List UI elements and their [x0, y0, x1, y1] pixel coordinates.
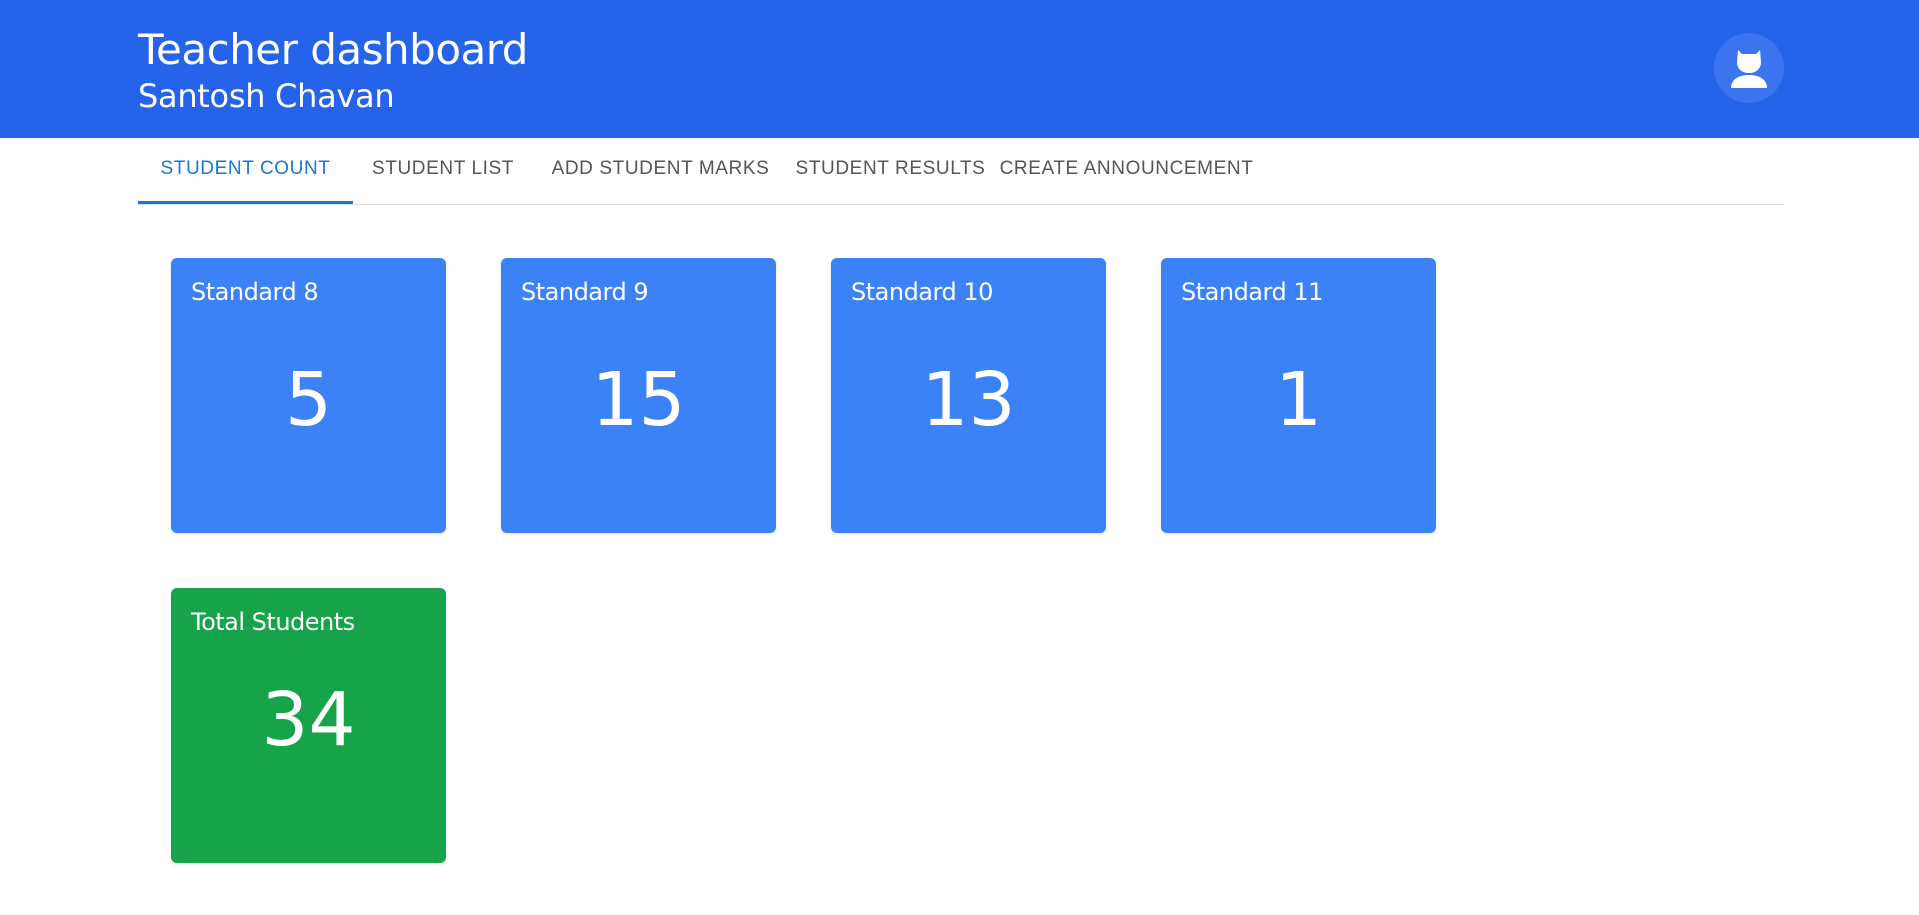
- card-label: Standard 9: [521, 278, 649, 306]
- card-label: Standard 10: [851, 278, 993, 306]
- app-header: Teacher dashboard Santosh Chavan: [0, 0, 1919, 138]
- tab-student-list[interactable]: STUDENT LIST: [353, 138, 533, 204]
- card-value: 1: [1274, 357, 1323, 443]
- tab-add-student-marks[interactable]: ADD STUDENT MARKS: [533, 138, 788, 204]
- card-value: 15: [591, 357, 686, 443]
- tab-student-count[interactable]: STUDENT COUNT: [138, 138, 353, 204]
- count-card-standard-8: Standard 8 5: [171, 258, 446, 533]
- card-label: Total Students: [191, 608, 355, 636]
- count-card-standard-9: Standard 9 15: [501, 258, 776, 533]
- card-value: 5: [284, 357, 333, 443]
- tab-create-announcement[interactable]: CREATE ANNOUNCEMENT: [993, 138, 1260, 204]
- tab-student-results[interactable]: STUDENT RESULTS: [788, 138, 993, 204]
- total-students-card: Total Students 34: [171, 588, 446, 863]
- card-value: 13: [921, 357, 1016, 443]
- card-label: Standard 11: [1181, 278, 1323, 306]
- count-card-standard-11: Standard 11 1: [1161, 258, 1436, 533]
- avatar-button[interactable]: [1714, 33, 1784, 103]
- tab-bar: STUDENT COUNT STUDENT LIST ADD STUDENT M…: [138, 138, 1784, 205]
- card-value: 34: [261, 677, 356, 763]
- card-label: Standard 8: [191, 278, 319, 306]
- active-tab-indicator: [138, 201, 353, 204]
- page-title: Teacher dashboard: [138, 25, 528, 74]
- user-icon: [1731, 50, 1767, 88]
- user-name: Santosh Chavan: [138, 77, 395, 115]
- count-card-standard-10: Standard 10 13: [831, 258, 1106, 533]
